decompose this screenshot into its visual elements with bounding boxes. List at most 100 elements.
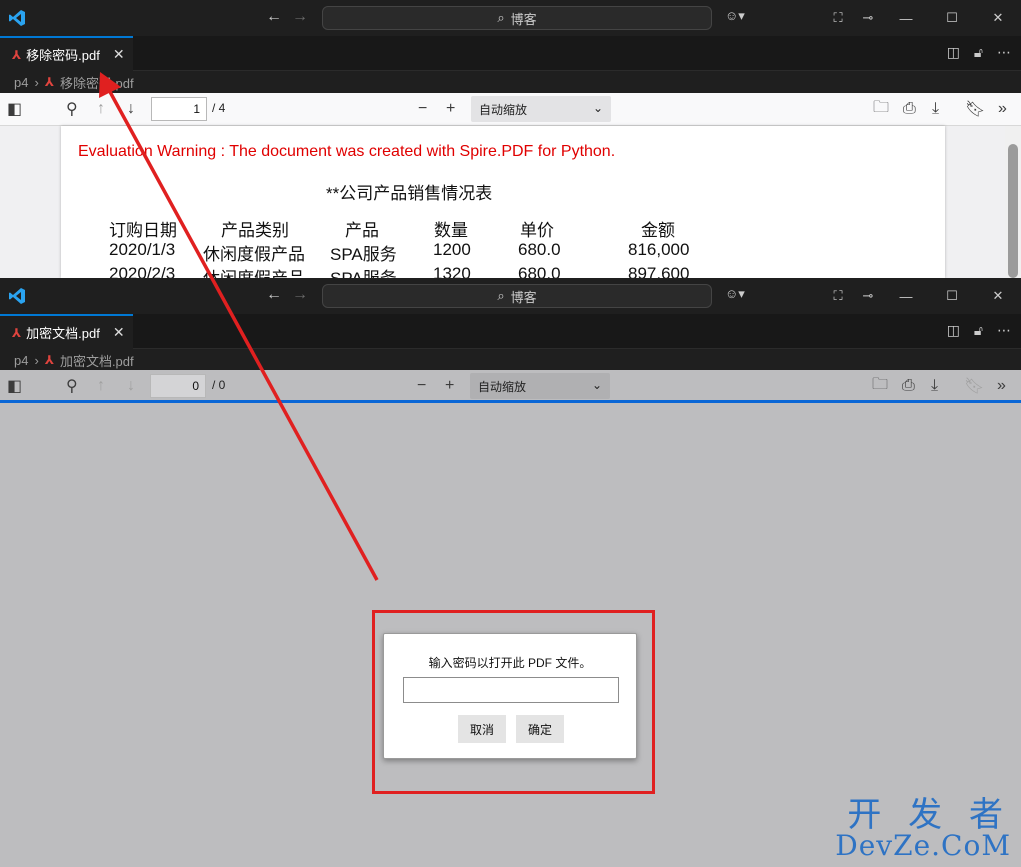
bookmark-icon[interactable]: 🔖︎ — [964, 375, 984, 397]
pin-icon[interactable]: ⊸ — [853, 0, 883, 36]
back-arrow-icon[interactable]: ← — [266, 8, 282, 26]
breadcrumb-file[interactable]: 移除密码.pdf — [60, 73, 134, 92]
search-icon[interactable]: ⚲ — [66, 98, 78, 120]
close-tab-icon[interactable]: ✕ — [113, 46, 125, 63]
previous-page-icon[interactable]: ↑ — [97, 98, 105, 120]
pdf-viewer-container: Evaluation Warning : The document was cr… — [0, 126, 1021, 278]
tools-menu-icon[interactable]: » — [997, 375, 1006, 397]
vscode-logo-icon — [9, 10, 25, 26]
title-bar: ← → ⌕ 博客 ☺▾ ⛶ ⊸ — ☐ ✕ — [0, 0, 1021, 36]
search-icon: ⌕ — [497, 288, 505, 303]
split-editor-icon[interactable]: ◫ — [947, 322, 960, 339]
split-editor-icon[interactable]: ◫ — [947, 44, 960, 61]
annotation-highlight-box — [372, 610, 655, 794]
editor-tab-bar: ⅄ 加密文档.pdf ✕ ◫ 🔓︎ ⋯ — [0, 314, 1021, 349]
pdf-file-icon: ⅄ — [44, 353, 54, 367]
table-cell: 816,000 — [628, 240, 690, 259]
copilot-icon[interactable]: ☺▾ — [725, 8, 745, 24]
zoom-value: 自动缩放 — [479, 103, 528, 117]
print-icon[interactable]: ⎙ — [903, 98, 916, 120]
table-cell: 休闲度假产品 — [203, 264, 305, 278]
vscode-logo-icon — [9, 288, 25, 304]
tools-menu-icon[interactable]: » — [998, 98, 1007, 120]
unlock-icon[interactable]: 🔓︎ — [974, 44, 983, 61]
search-icon[interactable]: ⚲ — [66, 375, 78, 397]
unlock-icon[interactable]: 🔓︎ — [974, 322, 983, 339]
title-bar: ← → ⌕ 博客 ☺▾ ⛶ ⊸ — ☐ ✕ — [0, 278, 1021, 314]
bookmark-icon[interactable]: 🔖︎ — [965, 98, 985, 120]
pdf-toolbar: ◧ ⚲ ↑ ↓ 1 / 4 − + 自动缩放 ⌄ 🗀 ⎙ ⤓ 🔖︎ » — [0, 93, 1021, 126]
command-center-text: 博客 — [510, 11, 537, 27]
watermark-line2: DevZe.CoM — [835, 829, 1011, 862]
table-cell: SPA服务 — [330, 245, 397, 264]
print-icon[interactable]: ⎙ — [902, 375, 915, 397]
breadcrumb-folder[interactable]: p4 — [14, 353, 28, 368]
download-icon[interactable]: ⤓ — [932, 98, 939, 120]
command-center-search[interactable]: ⌕ 博客 — [322, 284, 712, 308]
table-cell: 2020/2/3 — [109, 264, 176, 278]
zoom-select[interactable]: 自动缩放 ⌄ — [470, 373, 610, 399]
pin-icon[interactable]: ⊸ — [853, 278, 883, 314]
download-icon[interactable]: ⤓ — [931, 375, 938, 397]
chevron-right-icon: › — [34, 352, 39, 368]
open-file-icon[interactable]: 🗀 — [872, 375, 888, 397]
next-page-icon[interactable]: ↓ — [127, 375, 135, 397]
command-center-text: 博客 — [510, 289, 537, 305]
more-actions-icon[interactable]: ⋯ — [997, 44, 1011, 61]
zoom-in-icon[interactable]: + — [445, 375, 454, 397]
forward-arrow-icon[interactable]: → — [292, 286, 308, 304]
zoom-value: 自动缩放 — [478, 380, 527, 394]
close-window-button[interactable]: ✕ — [975, 0, 1021, 36]
zoom-select[interactable]: 自动缩放 ⌄ — [471, 96, 611, 122]
table-header-cell: 产品类别 — [221, 221, 289, 240]
chevron-right-icon: › — [34, 74, 39, 90]
table-cell: SPA服务 — [330, 264, 397, 278]
table-cell: 897,600 — [628, 264, 690, 278]
vertical-scrollbar[interactable] — [1005, 126, 1021, 278]
table-header-cell: 数量 — [434, 221, 468, 240]
tab-label: 加密文档.pdf — [26, 326, 100, 341]
page-count: / 0 — [212, 378, 226, 392]
chevron-down-icon: ⌄ — [592, 101, 603, 115]
layout-icon[interactable]: ⛶ — [823, 278, 853, 314]
search-icon: ⌕ — [497, 10, 505, 25]
close-tab-icon[interactable]: ✕ — [113, 324, 125, 341]
breadcrumb: p4 › ⅄ 移除密码.pdf — [0, 71, 1021, 93]
editor-tab-active[interactable]: ⅄ 加密文档.pdf ✕ — [0, 314, 133, 349]
sidebar-toggle-icon[interactable]: ◧ — [7, 375, 22, 397]
zoom-out-icon[interactable]: − — [418, 98, 427, 120]
sidebar-toggle-icon[interactable]: ◧ — [7, 98, 22, 120]
breadcrumb-folder[interactable]: p4 — [14, 75, 28, 90]
zoom-out-icon[interactable]: − — [417, 375, 426, 397]
table-cell: 休闲度假产品 — [203, 245, 305, 264]
copilot-icon[interactable]: ☺▾ — [725, 286, 745, 302]
maximize-button[interactable]: ☐ — [929, 0, 975, 36]
breadcrumb-file[interactable]: 加密文档.pdf — [60, 351, 134, 370]
open-file-icon[interactable]: 🗀 — [873, 98, 889, 120]
forward-arrow-icon[interactable]: → — [292, 8, 308, 26]
zoom-in-icon[interactable]: + — [446, 98, 455, 120]
close-window-button[interactable]: ✕ — [975, 278, 1021, 314]
site-watermark: 开 发 者 DevZe.CoM — [835, 798, 1011, 860]
document-title: **公司产品销售情况表 — [326, 184, 493, 203]
table-cell: 680.0 — [518, 240, 561, 259]
pdf-file-icon: ⅄ — [44, 75, 54, 89]
page-number-input[interactable]: 1 — [151, 97, 207, 121]
page-number-input[interactable]: 0 — [150, 374, 206, 398]
editor-tab-active[interactable]: ⅄ 移除密码.pdf ✕ — [0, 36, 133, 71]
previous-page-icon[interactable]: ↑ — [97, 375, 105, 397]
table-header-cell: 订购日期 — [109, 221, 177, 240]
table-cell: 680.0 — [518, 264, 561, 278]
maximize-button[interactable]: ☐ — [929, 278, 975, 314]
next-page-icon[interactable]: ↓ — [127, 98, 135, 120]
minimize-button[interactable]: — — [883, 278, 929, 314]
pdf-file-icon: ⅄ — [12, 325, 22, 340]
layout-icon[interactable]: ⛶ — [823, 0, 853, 36]
more-actions-icon[interactable]: ⋯ — [997, 322, 1011, 339]
minimize-button[interactable]: — — [883, 0, 929, 36]
back-arrow-icon[interactable]: ← — [266, 286, 282, 304]
table-cell: 1320 — [433, 264, 471, 278]
pdf-file-icon: ⅄ — [12, 47, 22, 62]
command-center-search[interactable]: ⌕ 博客 — [322, 6, 712, 30]
scrollbar-thumb[interactable] — [1008, 144, 1018, 278]
